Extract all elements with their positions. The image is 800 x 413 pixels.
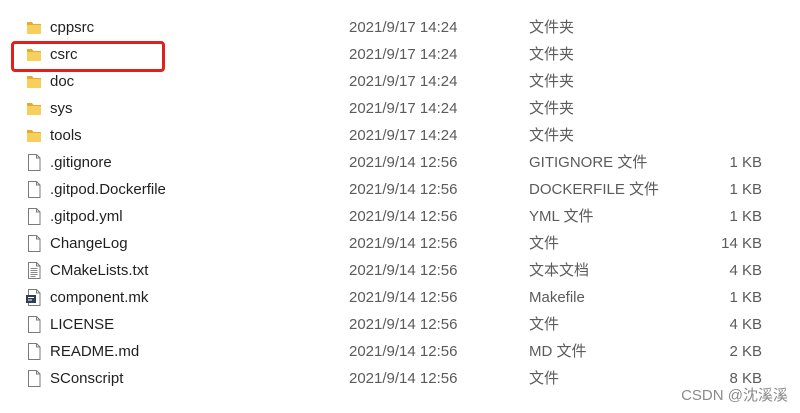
file-date: 2021/9/14 12:56 [349, 154, 458, 171]
file-name: SConscript [50, 370, 124, 387]
file-type: GITIGNORE 文件 [529, 154, 648, 171]
file-row[interactable]: cppsrc 2021/9/17 14:24 文件夹 [0, 14, 800, 41]
file-row[interactable]: SConscript 2021/9/14 12:56 文件 8 KB [0, 365, 800, 392]
file-icon [25, 207, 43, 226]
file-date: 2021/9/14 12:56 [349, 208, 458, 225]
file-type: YML 文件 [529, 208, 594, 225]
file-list: cppsrc 2021/9/17 14:24 文件夹 csrc 2021/9/17 1… [0, 14, 800, 392]
file-type: 文件夹 [529, 46, 575, 63]
file-name: .gitpod.yml [50, 208, 123, 225]
file-row[interactable]: csrc 2021/9/17 14:24 文件夹 [0, 41, 800, 68]
file-size: 2 KB [729, 343, 762, 360]
file-date: 2021/9/17 14:24 [349, 73, 458, 90]
file-size: 4 KB [729, 262, 762, 279]
file-type: 文件 [529, 316, 560, 333]
file-name: ChangeLog [50, 235, 128, 252]
folder-icon [25, 99, 43, 118]
file-icon [25, 369, 43, 388]
file-date: 2021/9/17 14:24 [349, 100, 458, 117]
file-size: 14 KB [721, 235, 762, 252]
file-row[interactable]: LICENSE 2021/9/14 12:56 文件 4 KB [0, 311, 800, 338]
file-name: CMakeLists.txt [50, 262, 149, 279]
file-name: sys [50, 100, 73, 117]
file-name: cppsrc [50, 19, 95, 36]
file-type: 文件夹 [529, 19, 575, 36]
file-date: 2021/9/14 12:56 [349, 235, 458, 252]
file-type: 文本文档 [529, 262, 590, 279]
file-row[interactable]: .gitpod.yml 2021/9/14 12:56 YML 文件 1 KB [0, 203, 800, 230]
file-row[interactable]: .gitignore 2021/9/14 12:56 GITIGNORE 文件 1 K… [0, 149, 800, 176]
watermark: CSDN @沈溪溪 [681, 387, 788, 404]
folder-icon [25, 126, 43, 145]
file-date: 2021/9/14 12:56 [349, 289, 458, 306]
folder-icon [25, 18, 43, 37]
file-type: Makefile [529, 289, 585, 306]
file-date: 2021/9/14 12:56 [349, 316, 458, 333]
file-icon [25, 315, 43, 334]
file-name: tools [50, 127, 82, 144]
file-row[interactable]: .gitpod.Dockerfile 2021/9/14 12:56 DOCKERF… [0, 176, 800, 203]
file-date: 2021/9/17 14:24 [349, 127, 458, 144]
file-name: README.md [50, 343, 140, 360]
file-row[interactable]: README.md 2021/9/14 12:56 MD 文件 2 KB [0, 338, 800, 365]
file-row[interactable]: CMakeLists.txt 2021/9/14 12:56 文本文档 4 KB [0, 257, 800, 284]
file-row[interactable]: component.mk 2021/9/14 12:56 Makefile 1 KB [0, 284, 800, 311]
file-name: LICENSE [50, 316, 115, 333]
file-name: component.mk [50, 289, 149, 306]
file-date: 2021/9/17 14:24 [349, 19, 458, 36]
file-type: MD 文件 [529, 343, 587, 360]
file-size: 1 KB [729, 154, 762, 171]
file-icon [25, 234, 43, 253]
folder-icon [25, 72, 43, 91]
file-name: csrc [50, 46, 78, 63]
file-row[interactable]: doc 2021/9/17 14:24 文件夹 [0, 68, 800, 95]
file-name: doc [50, 73, 75, 90]
file-row[interactable]: tools 2021/9/17 14:24 文件夹 [0, 122, 800, 149]
file-type: 文件夹 [529, 73, 575, 90]
file-name: .gitpod.Dockerfile [50, 181, 166, 198]
file-type: 文件夹 [529, 127, 575, 144]
file-type: 文件 [529, 370, 560, 387]
file-size: 4 KB [729, 316, 762, 333]
text-file-icon [25, 261, 43, 280]
file-date: 2021/9/14 12:56 [349, 343, 458, 360]
file-row[interactable]: sys 2021/9/17 14:24 文件夹 [0, 95, 800, 122]
file-date: 2021/9/14 12:56 [349, 181, 458, 198]
file-type: 文件 [529, 235, 560, 252]
file-size: 1 KB [729, 181, 762, 198]
file-date: 2021/9/14 12:56 [349, 370, 458, 387]
file-icon [25, 180, 43, 199]
folder-icon [25, 45, 43, 64]
file-size: 1 KB [729, 208, 762, 225]
file-row[interactable]: ChangeLog 2021/9/14 12:56 文件 14 KB [0, 230, 800, 257]
makefile-icon [25, 288, 43, 307]
file-type: 文件夹 [529, 100, 575, 117]
file-icon [25, 153, 43, 172]
file-size: 1 KB [729, 289, 762, 306]
file-date: 2021/9/14 12:56 [349, 262, 458, 279]
file-date: 2021/9/17 14:24 [349, 46, 458, 63]
file-name: .gitignore [50, 154, 112, 171]
file-type: DOCKERFILE 文件 [529, 181, 660, 198]
file-icon [25, 342, 43, 361]
